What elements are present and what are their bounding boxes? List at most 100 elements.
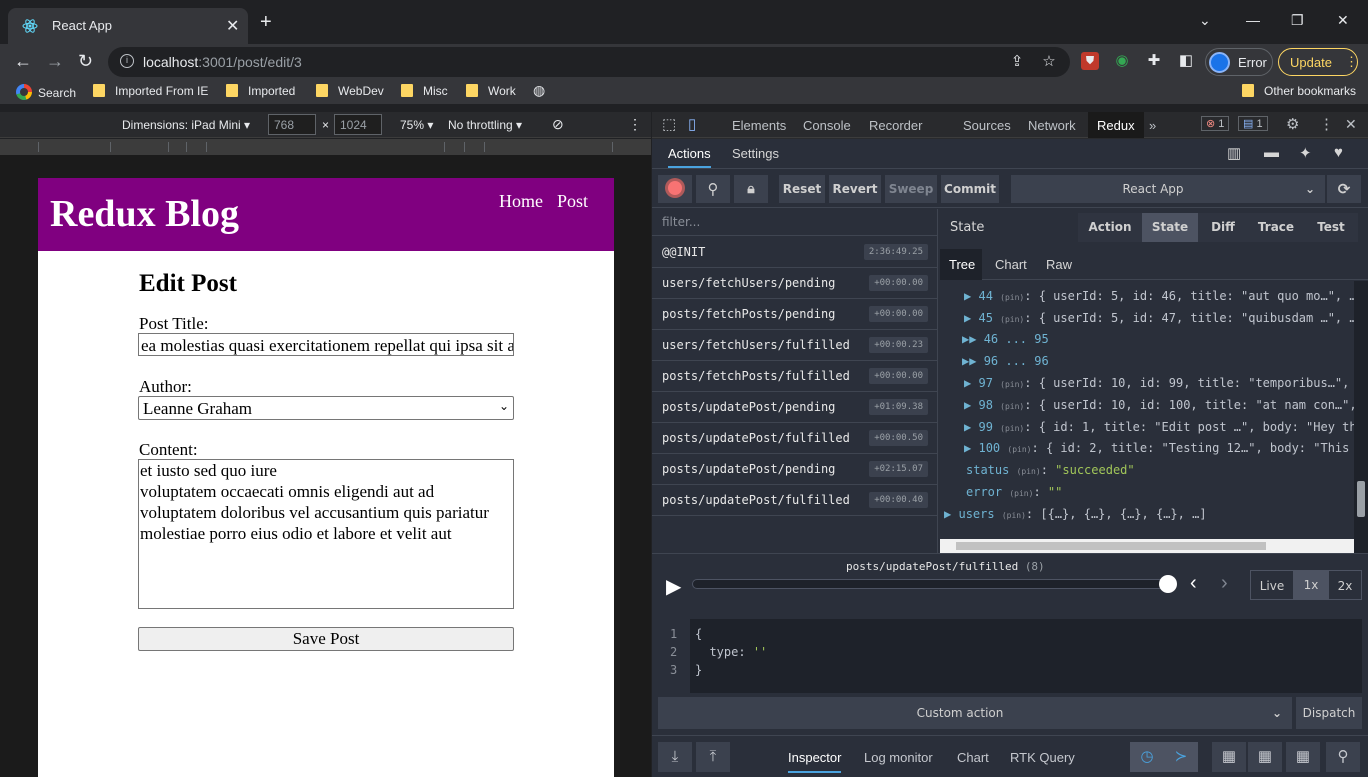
nav-home-link[interactable]: Home	[499, 191, 543, 212]
other-bookmarks[interactable]: Other bookmarks	[1242, 84, 1356, 98]
dispatcher-icon[interactable]: ◷	[1130, 742, 1164, 772]
play-icon[interactable]: ▶	[666, 574, 681, 599]
terminal-icon[interactable]: ≻	[1164, 742, 1198, 772]
action-item[interactable]: users/fetchUsers/pending +00:00.00	[652, 268, 938, 299]
height-input[interactable]: 1024	[334, 114, 382, 135]
monitor-tab-state[interactable]: State	[1142, 213, 1198, 242]
settings-gear-icon[interactable]: ⚙	[1286, 115, 1299, 133]
restore-icon[interactable]: ❐	[1291, 12, 1304, 29]
chevron-down-icon[interactable]: ⌄	[1262, 697, 1292, 729]
tab-redux[interactable]: Redux	[1088, 112, 1144, 138]
sync-icon[interactable]: ⟳	[1327, 175, 1361, 203]
save-post-button[interactable]: Save Post	[138, 627, 514, 651]
forward-icon[interactable]: →	[46, 52, 64, 70]
globe-icon[interactable]: ◍	[533, 82, 545, 99]
heart-icon[interactable]: ♥	[1334, 144, 1343, 161]
share-icon[interactable]: ⇪	[1008, 53, 1026, 71]
dimensions-select[interactable]: Dimensions: iPad Mini ▾	[122, 118, 250, 132]
tab-console[interactable]: Console	[803, 118, 851, 133]
update-button[interactable]: Update ⋮	[1278, 48, 1358, 76]
author-select[interactable]: Leanne Graham ⌄	[138, 396, 514, 420]
state-tree-node[interactable]: ▶▶ 46 ... 95	[962, 332, 1049, 346]
discussion-icon[interactable]: ▬	[1264, 144, 1279, 161]
zoom-select[interactable]: 75% ▾	[400, 118, 433, 132]
monitor-tab-action[interactable]: Action	[1078, 213, 1142, 242]
book-icon[interactable]: ▥	[1227, 144, 1241, 162]
chevron-down-icon[interactable]: ⌄	[1295, 175, 1325, 203]
media-query-ruler[interactable]	[0, 139, 651, 155]
action-item[interactable]: posts/updatePost/pending +01:09.38	[652, 392, 938, 423]
inspect-element-icon[interactable]: ⬚	[662, 115, 676, 133]
rotate-icon[interactable]: ⊘	[552, 116, 564, 133]
import-icon[interactable]: ⤓	[658, 742, 692, 772]
content-textarea[interactable]: et iusto sed quo iure voluptatem occaeca…	[138, 459, 514, 609]
speed-live-button[interactable]: Live	[1250, 570, 1294, 600]
view-tab-tree[interactable]: Tree	[940, 249, 982, 280]
bookmark-folder[interactable]: WebDev	[316, 84, 384, 98]
filter-input[interactable]: filter...	[652, 209, 938, 236]
layout-right-icon[interactable]: ▦	[1248, 742, 1282, 772]
tab-search-icon[interactable]: ⌄	[1199, 12, 1211, 29]
action-item[interactable]: posts/fetchPosts/fulfilled +00:00.00	[652, 361, 938, 392]
export-icon[interactable]: ⤒	[696, 742, 730, 772]
state-tree-node[interactable]: ▶ 98 (pin): { userId: 10, id: 100, title…	[964, 398, 1354, 412]
vertical-scrollbar[interactable]	[1354, 281, 1368, 553]
timeline-slider[interactable]	[692, 575, 1177, 593]
action-code-editor[interactable]: 1 2 3 { type: '' }	[658, 619, 1362, 693]
reload-icon[interactable]: ↻	[78, 52, 93, 70]
layout-bottom-icon[interactable]: ▦	[1286, 742, 1320, 772]
step-forward-icon[interactable]: ›	[1221, 572, 1228, 595]
instance-select[interactable]: React App	[1011, 175, 1295, 203]
close-tab-icon[interactable]: ✕	[226, 16, 239, 36]
minimize-icon[interactable]: —	[1246, 12, 1260, 28]
width-input[interactable]: 768	[268, 114, 316, 135]
state-tree-node[interactable]: ▶▶ 96 ... 96	[962, 354, 1049, 368]
pin-icon[interactable]: ⚲	[696, 175, 730, 203]
bookmark-search[interactable]: Search	[16, 84, 76, 100]
layout-left-icon[interactable]: ▦	[1212, 742, 1246, 772]
back-icon[interactable]: ←	[14, 52, 32, 70]
bookmark-folder[interactable]: Imported From IE	[93, 84, 208, 98]
throttling-select[interactable]: No throttling ▾	[448, 118, 522, 132]
action-item[interactable]: @@INIT 2:36:49.25	[652, 237, 938, 268]
nav-post-link[interactable]: Post	[557, 191, 588, 212]
site-info-icon[interactable]: i	[120, 54, 134, 68]
more-tabs-icon[interactable]: »	[1149, 118, 1156, 133]
post-title-input[interactable]: ea molestias quasi exercitationem repell…	[138, 333, 514, 356]
commit-button[interactable]: Commit	[941, 175, 999, 203]
reset-button[interactable]: Reset	[779, 175, 825, 203]
browser-tab[interactable]: React App ✕	[8, 8, 248, 44]
state-users-node[interactable]: ▶ users (pin): [{…}, {…}, {…}, {…}, …]	[944, 507, 1207, 521]
tab-settings[interactable]: Settings	[732, 146, 779, 161]
bookmark-star-icon[interactable]: ☆	[1040, 53, 1058, 71]
monitor-tab-trace[interactable]: Trace	[1248, 213, 1304, 242]
tab-network[interactable]: Network	[1028, 118, 1076, 133]
action-item[interactable]: posts/updatePost/pending +02:15.07	[652, 454, 938, 485]
bookmark-folder[interactable]: Work	[466, 84, 516, 98]
more-options-icon[interactable]: ⋮	[628, 116, 642, 133]
twitter-icon[interactable]: ✦	[1299, 144, 1312, 162]
profile-button[interactable]: Error	[1205, 48, 1273, 76]
action-item[interactable]: posts/fetchPosts/pending +00:00.00	[652, 299, 938, 330]
devtools-more-icon[interactable]: ⋮	[1319, 115, 1334, 133]
tab-actions[interactable]: Actions	[668, 146, 711, 168]
extension-circle-icon[interactable]: ◉	[1113, 52, 1131, 70]
step-back-icon[interactable]: ‹	[1190, 572, 1197, 595]
state-tree-node[interactable]: ▶ 100 (pin): { id: 2, title: "Testing 12…	[964, 441, 1349, 455]
state-tree-node[interactable]: ▶ 99 (pin): { id: 1, title: "Edit post ……	[964, 420, 1354, 434]
sweep-button[interactable]: Sweep	[885, 175, 937, 203]
speed-1x-button[interactable]: 1x	[1294, 570, 1328, 600]
custom-action-select[interactable]: Custom action	[658, 697, 1262, 729]
tab-chart[interactable]: Chart	[957, 750, 989, 765]
bookmark-folder[interactable]: Misc	[401, 84, 448, 98]
lock-icon[interactable]: 🔒︎	[734, 175, 768, 203]
extensions-puzzle-icon[interactable]: ✚	[1145, 52, 1163, 70]
tab-rtk-query[interactable]: RTK Query	[1010, 750, 1075, 765]
monitor-tab-test[interactable]: Test	[1304, 213, 1358, 242]
action-item[interactable]: posts/updatePost/fulfilled +00:00.50	[652, 423, 938, 454]
bookmark-folder[interactable]: Imported	[226, 84, 295, 98]
view-tab-raw[interactable]: Raw	[1046, 257, 1072, 272]
tab-recorder[interactable]: Recorder	[869, 118, 922, 133]
new-tab-icon[interactable]: +	[260, 12, 272, 32]
action-item[interactable]: posts/updatePost/fulfilled +00:00.40	[652, 485, 938, 516]
